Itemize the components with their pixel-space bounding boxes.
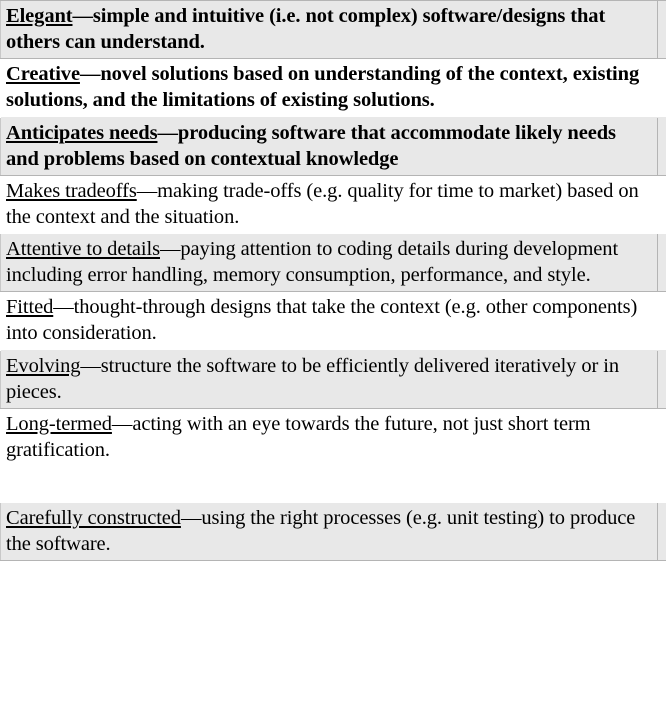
- attribute-term: Long-termed: [6, 412, 112, 435]
- table-row: Elegant—simple and intuitive (i.e. not c…: [0, 0, 666, 60]
- table-row: Long-termed—acting with an eye towards t…: [0, 408, 666, 467]
- attribute-separator: —: [180, 507, 202, 529]
- attribute-cell-empty: [0, 466, 658, 503]
- attribute-term: Elegant: [6, 5, 73, 27]
- attribute-description: simple and intuitive (i.e. not complex) …: [6, 5, 606, 54]
- attributes-table-body: Elegant—simple and intuitive (i.e. not c…: [0, 0, 666, 562]
- attribute-term: Makes tradeoffs: [6, 179, 137, 202]
- attribute-term: Carefully constructed: [6, 507, 181, 529]
- attribute-separator: —: [53, 296, 74, 319]
- attribute-description: novel solutions based on understanding o…: [6, 63, 640, 112]
- attribute-separator: —: [136, 179, 158, 202]
- attribute-cell: Creative—novel solutions based on unders…: [0, 58, 658, 117]
- spacer-cell: [657, 232, 666, 293]
- table-row: Creative—novel solutions based on unders…: [0, 58, 666, 117]
- table-row-blank: [0, 466, 666, 503]
- table-row: Anticipates needs—producing software tha…: [0, 116, 666, 176]
- attribute-cell: Long-termed—acting with an eye towards t…: [0, 408, 658, 467]
- spacer-cell: [657, 58, 666, 117]
- attribute-description: thought-through designs that take the co…: [6, 296, 638, 345]
- table-row: Makes tradeoffs—making trade-offs (e.g. …: [0, 175, 666, 234]
- table-row: Fitted—thought-through designs that take…: [0, 291, 666, 350]
- attribute-separator: —: [160, 238, 181, 260]
- spacer-cell: [657, 466, 666, 503]
- attributes-table: Elegant—simple and intuitive (i.e. not c…: [0, 0, 666, 562]
- spacer-cell: [657, 175, 666, 234]
- attribute-separator: —: [111, 412, 133, 435]
- attribute-cell: Carefully constructed—using the right pr…: [0, 501, 658, 562]
- attribute-term: Creative: [6, 63, 80, 86]
- table-row: Evolving—structure the software to be ef…: [0, 349, 666, 409]
- spacer-cell: [657, 0, 666, 60]
- attribute-term: Evolving: [6, 354, 81, 377]
- table-row: Attentive to details—paying attention to…: [0, 232, 666, 293]
- attribute-separator: —: [72, 5, 94, 27]
- attribute-term: Attentive to details: [6, 238, 160, 260]
- spacer-cell: [657, 291, 666, 350]
- spacer-cell: [657, 349, 666, 409]
- attribute-cell: Makes tradeoffs—making trade-offs (e.g. …: [0, 175, 658, 234]
- attribute-cell: Elegant—simple and intuitive (i.e. not c…: [0, 0, 658, 60]
- attribute-separator: —: [79, 63, 101, 86]
- attribute-separator: —: [157, 121, 178, 144]
- attribute-term: Anticipates needs: [6, 121, 158, 144]
- attribute-cell: Fitted—thought-through designs that take…: [0, 291, 658, 350]
- table-row: Carefully constructed—using the right pr…: [0, 501, 666, 562]
- attribute-cell: Evolving—structure the software to be ef…: [0, 349, 658, 409]
- spacer-cell: [657, 501, 666, 562]
- attribute-cell: Anticipates needs—producing software tha…: [0, 116, 658, 176]
- spacer-cell: [657, 408, 666, 467]
- attribute-separator: —: [80, 354, 101, 377]
- attribute-cell: Attentive to details—paying attention to…: [0, 232, 658, 293]
- spacer-cell: [657, 116, 666, 176]
- attribute-term: Fitted: [6, 296, 54, 319]
